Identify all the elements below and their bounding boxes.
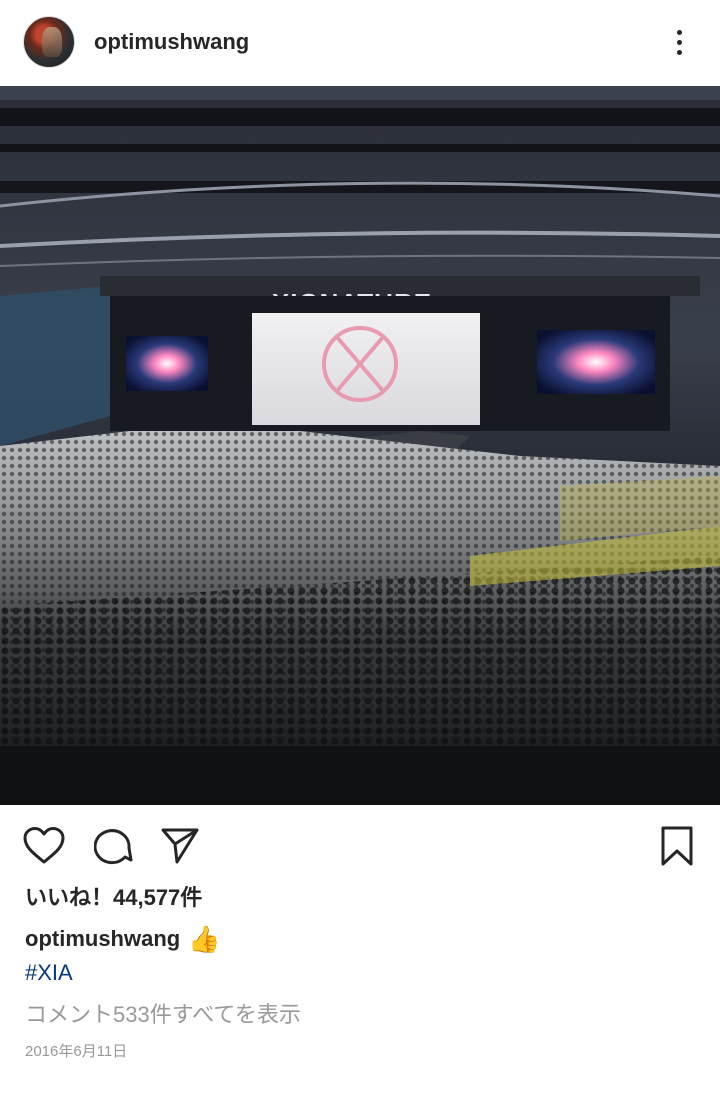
more-options-icon[interactable]: [664, 24, 694, 60]
heart-icon[interactable]: [22, 824, 66, 868]
post-date: 2016年6月11日: [25, 1043, 128, 1060]
post-photo[interactable]: XIGNATURE: [0, 86, 720, 805]
profile-avatar[interactable]: [23, 16, 75, 68]
concert-arena-photo: XIGNATURE: [0, 86, 720, 805]
post-header: optimushwang: [0, 0, 720, 86]
paper-plane-icon[interactable]: [158, 824, 202, 868]
post-caption: optimushwang 👍: [25, 924, 221, 954]
bookmark-icon[interactable]: [655, 824, 699, 868]
view-all-comments-link[interactable]: コメント533件すべてを表示: [25, 1000, 301, 1030]
thumbs-up-emoji: 👍: [188, 924, 221, 954]
likes-count[interactable]: いいね！44,577件: [25, 883, 202, 913]
post-username[interactable]: optimushwang: [94, 28, 249, 56]
caption-username[interactable]: optimushwang: [25, 924, 180, 954]
hashtag-link[interactable]: #XIA: [25, 958, 73, 988]
post-actions: [0, 818, 720, 872]
comment-bubble-icon[interactable]: [92, 824, 136, 868]
